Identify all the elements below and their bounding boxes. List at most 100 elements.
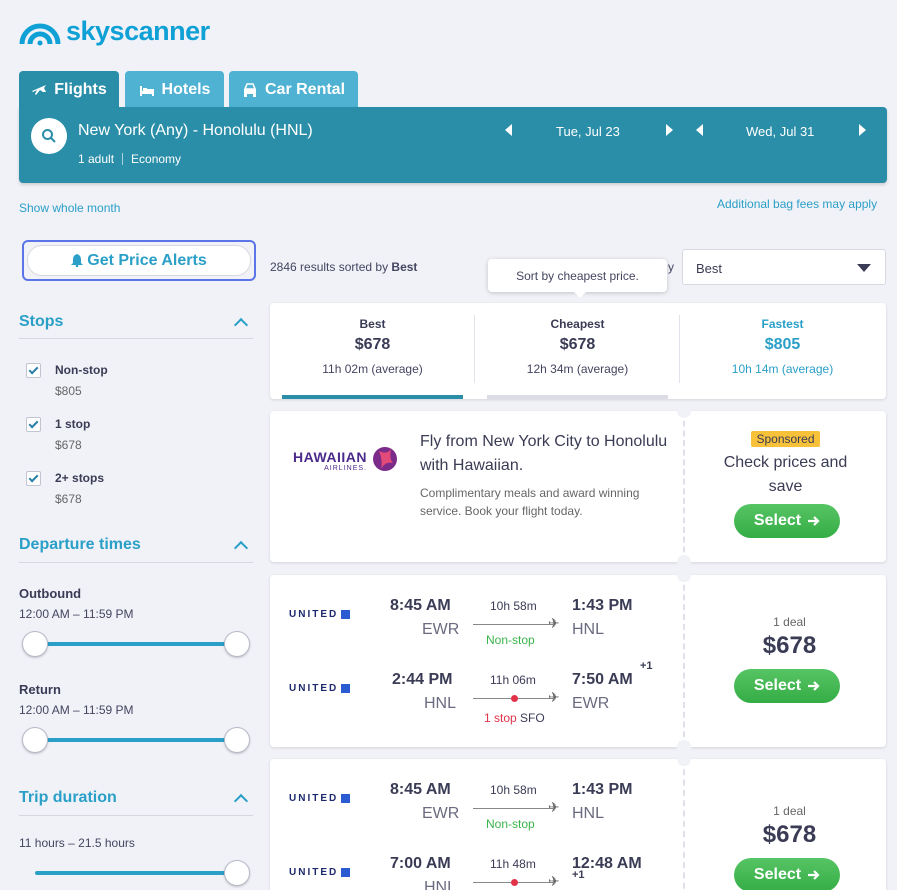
arrow-right-icon	[808, 516, 820, 526]
flight-duration: 10h 58m	[490, 783, 537, 797]
flight-path-line	[473, 808, 553, 809]
results-count-text: 2846 results sorted by	[270, 260, 389, 274]
next-depart-date-icon[interactable]	[666, 124, 673, 136]
brand-name: skyscanner	[66, 15, 210, 46]
plane-icon: ✈	[548, 615, 560, 631]
outbound-label: Outbound	[19, 586, 82, 601]
collapse-departure-chevron-icon[interactable]	[233, 540, 249, 556]
arrival-airport: HNL	[572, 621, 605, 638]
ad-headline[interactable]: Fly from New York City to Honolulu with …	[420, 430, 670, 478]
flight-price: $678	[762, 632, 817, 659]
price-alerts-focus-ring: Get Price Alerts	[22, 240, 256, 281]
card-notch	[677, 555, 691, 569]
outbound-slider-min-handle[interactable]	[22, 631, 48, 657]
collapse-stops-chevron-icon[interactable]	[233, 317, 249, 333]
sort-tooltip: Sort by cheapest price.	[488, 259, 667, 298]
cabin-class: Economy	[131, 152, 182, 166]
departure-airport: EWR	[422, 621, 460, 638]
return-slider-track[interactable]	[35, 738, 237, 742]
sort-tab-best[interactable]: Best $678 11h 02m (average)	[270, 303, 475, 399]
stops-info: 1 stop SFO	[484, 711, 545, 725]
nonstop-checkbox[interactable]	[26, 363, 41, 378]
flight-select-button[interactable]: Select	[734, 669, 840, 703]
departure-airport: HNL	[424, 695, 457, 712]
search-button[interactable]	[31, 118, 67, 154]
stop-dot-icon	[511, 695, 518, 702]
collapse-duration-chevron-icon[interactable]	[233, 793, 249, 809]
search-route[interactable]: New York (Any) - Honolulu (HNL)	[78, 122, 313, 140]
show-whole-month-link[interactable]: Show whole month	[19, 201, 120, 215]
divider	[19, 562, 253, 563]
sort-tab-fastest[interactable]: Fastest $805 10h 14m (average)	[680, 303, 885, 399]
chevron-down-icon	[857, 264, 871, 272]
sort-tabs: Best $678 11h 02m (average) Cheapest $67…	[270, 303, 886, 399]
sponsored-badge: Sponsored	[751, 431, 820, 447]
active-sort-indicator	[282, 395, 463, 399]
flight-result-card[interactable]: UNITED 8:45 AM EWR 10h 58m ✈ Non-stop 1:…	[270, 568, 886, 754]
deal-count: 1 deal	[773, 615, 806, 629]
plane-icon: ✈	[548, 873, 560, 889]
tab-flights[interactable]: Flights	[19, 71, 119, 108]
passenger-cabin-summary[interactable]: 1 adult Economy	[78, 152, 181, 166]
departure-times-title[interactable]: Departure times	[19, 536, 141, 554]
search-summary-bar[interactable]: New York (Any) - Honolulu (HNL) 1 adult …	[19, 107, 887, 183]
trip-duration-title[interactable]: Trip duration	[19, 789, 117, 807]
one-stop-checkbox[interactable]	[26, 417, 41, 432]
departure-airport: EWR	[422, 805, 460, 822]
united-airlines-logo: UNITED	[289, 867, 351, 878]
tab-label: Hotels	[161, 80, 211, 98]
divider	[122, 153, 124, 165]
bag-fees-link[interactable]: Additional bag fees may apply	[717, 197, 877, 211]
duration-slider-max-handle[interactable]	[224, 860, 250, 886]
sort-by-select[interactable]: Best	[682, 249, 886, 285]
sort-tab-duration: 12h 34m (average)	[526, 362, 629, 376]
flight-price: $678	[762, 821, 817, 848]
tab-hotels[interactable]: Hotels	[125, 71, 224, 108]
sort-tab-price: $678	[354, 336, 391, 353]
flight-select-button[interactable]: Select	[734, 858, 840, 890]
arrival-airport: HNL	[572, 805, 605, 822]
airline-name: UNITED	[289, 793, 339, 804]
departure-time: 2:44 PM	[392, 671, 453, 688]
prev-return-date-icon[interactable]	[696, 124, 703, 136]
prev-depart-date-icon[interactable]	[505, 124, 512, 136]
depart-date[interactable]: Tue, Jul 23	[556, 124, 620, 139]
deal-count: 1 deal	[773, 804, 806, 818]
sort-tab-name: Cheapest	[550, 317, 605, 331]
stop-option-label[interactable]: 1 stop	[55, 417, 90, 431]
skyscanner-logo[interactable]: skyscanner	[18, 14, 210, 48]
arrival-time: 7:50 AM	[572, 671, 633, 688]
arrival-time: 1:43 PM	[572, 597, 633, 614]
arrow-right-icon	[808, 681, 820, 691]
sponsored-ad-card[interactable]: HAWAIIAN AIRLINES. Fly from New York Cit…	[270, 404, 886, 569]
united-globe-icon	[341, 794, 351, 803]
stop-option-label[interactable]: 2+ stops	[55, 471, 104, 485]
outbound-slider-max-handle[interactable]	[224, 631, 250, 657]
return-slider-max-handle[interactable]	[224, 727, 250, 753]
divider	[683, 575, 685, 747]
sort-tab-cheapest[interactable]: Cheapest $678 12h 34m (average)	[475, 303, 680, 399]
logo-sub-text: AIRLINES.	[324, 464, 367, 472]
stops-info: Non-stop	[486, 817, 535, 831]
card-notch	[677, 752, 691, 766]
departure-airport: HNL	[424, 879, 457, 890]
outbound-slider-track[interactable]	[35, 642, 237, 646]
get-price-alerts-button[interactable]: Get Price Alerts	[27, 245, 251, 276]
sort-tab-duration: 11h 02m (average)	[322, 362, 423, 376]
ad-cta-block: Sponsored Check prices and save	[685, 430, 886, 499]
flight-path-line	[473, 624, 553, 625]
return-date[interactable]: Wed, Jul 31	[746, 124, 814, 139]
stops-filter-title[interactable]: Stops	[19, 313, 63, 331]
stop-option-label[interactable]: Non-stop	[55, 363, 108, 377]
duration-slider-track[interactable]	[35, 871, 237, 875]
divider	[19, 815, 253, 816]
tab-car-rental[interactable]: Car Rental	[229, 71, 358, 108]
return-slider-min-handle[interactable]	[22, 727, 48, 753]
next-return-date-icon[interactable]	[859, 124, 866, 136]
next-day-indicator: +1	[572, 869, 585, 881]
stop-dot-icon	[511, 879, 518, 886]
stop-airport: SFO	[520, 711, 545, 725]
flight-result-card[interactable]: UNITED 8:45 AM EWR 10h 58m ✈ Non-stop 1:…	[270, 752, 886, 890]
ad-select-button[interactable]: Select	[734, 504, 840, 538]
two-plus-stops-checkbox[interactable]	[26, 471, 41, 486]
